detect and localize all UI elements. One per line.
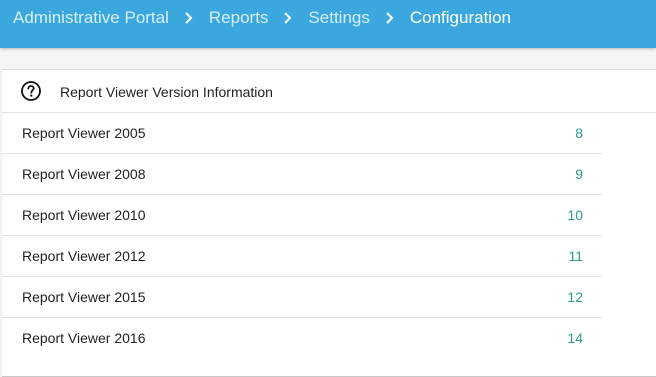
version-number-link[interactable]: 12 [567, 289, 583, 305]
list-item: Report Viewer 2016 14 [2, 318, 602, 358]
list-item: Report Viewer 2005 8 [2, 113, 602, 154]
version-label: Report Viewer 2008 [22, 166, 146, 182]
breadcrumb-settings[interactable]: Settings [308, 9, 369, 27]
version-number-link[interactable]: 11 [568, 248, 583, 264]
card-header: Report Viewer Version Information [2, 70, 656, 113]
list-item: Report Viewer 2008 9 [2, 154, 602, 195]
version-label: Report Viewer 2012 [22, 248, 146, 264]
version-label: Report Viewer 2005 [22, 125, 146, 141]
chevron-right-icon [376, 9, 404, 27]
help-circle-icon[interactable] [20, 80, 42, 102]
breadcrumb-configuration: Configuration [409, 8, 511, 27]
version-info-card: Report Viewer Version Information Report… [2, 69, 656, 377]
list-item: Report Viewer 2012 11 [2, 236, 602, 277]
top-header-bar: Administrative Portal Reports Settings C… [0, 0, 656, 48]
version-label: Report Viewer 2016 [22, 330, 146, 346]
breadcrumb: Administrative Portal Reports Settings C… [13, 9, 511, 27]
chevron-right-icon [175, 9, 203, 27]
section-title: Report Viewer Version Information [60, 84, 273, 100]
breadcrumb-administrative-portal[interactable]: Administrative Portal [13, 9, 169, 27]
version-number-link[interactable]: 8 [575, 125, 583, 141]
breadcrumb-reports[interactable]: Reports [209, 9, 269, 27]
chevron-right-icon [274, 9, 302, 27]
version-number-link[interactable]: 9 [575, 166, 583, 182]
version-number-link[interactable]: 14 [567, 330, 583, 346]
version-number-link[interactable]: 10 [567, 207, 583, 223]
list-item: Report Viewer 2010 10 [2, 195, 602, 236]
version-label: Report Viewer 2015 [22, 289, 146, 305]
version-list: Report Viewer 2005 8 Report Viewer 2008 … [2, 113, 602, 358]
list-item: Report Viewer 2015 12 [2, 277, 602, 318]
version-label: Report Viewer 2010 [22, 207, 146, 223]
